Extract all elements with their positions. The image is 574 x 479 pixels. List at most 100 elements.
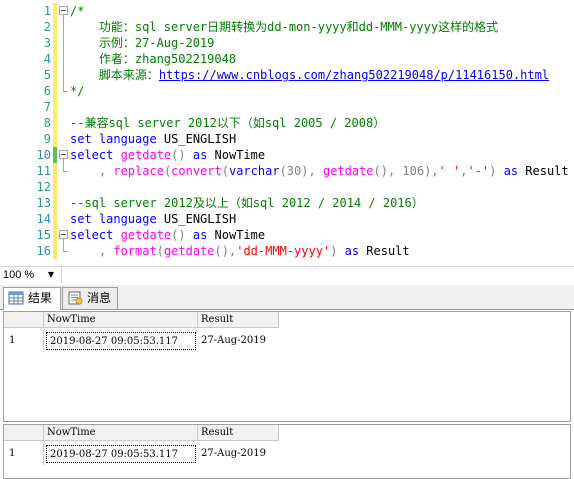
code-text[interactable]: 脚本来源：https://www.cnblogs.com/zhang502219… [70,67,549,83]
code-token: varchar [228,164,280,178]
code-text[interactable]: */ [70,83,84,99]
code-line[interactable]: 2 功能：sql server日期转换为dd-mon-yyyy和dd-MMM-y… [0,19,574,35]
table-row[interactable]: 1 2019-08-27 09:05:53.117 27-Aug-2019 [4,330,279,352]
code-line[interactable]: 3 示例：27-Aug-2019 [0,35,574,51]
column-header-result[interactable]: Result [198,312,279,328]
tab-messages[interactable]: 消息 [62,287,118,309]
change-marker [53,243,57,259]
sql-editor[interactable]: 1/* 2 功能：sql server日期转换为dd-mon-yyyy和dd-MM… [0,0,574,262]
code-token: US_ENGLISH [163,212,237,226]
cell-nowtime[interactable]: 2019-08-27 09:05:53.117 [46,445,196,463]
code-text[interactable]: --兼容sql server 2012以下（如sql 2005 / 2008） [70,115,385,131]
change-marker [53,147,57,163]
grid-corner [4,312,44,328]
code-token: ) [330,244,345,258]
code-token: as [192,228,215,242]
collapse-icon[interactable] [58,3,69,19]
change-marker [53,51,57,67]
tab-messages-label: 消息 [87,291,112,305]
script-source-link[interactable]: https://www.cnblogs.com/zhang502219048/p… [159,68,549,82]
code-line[interactable]: 1 /* [0,3,574,19]
row-number[interactable]: 1 [4,443,44,465]
change-marker [53,163,57,179]
tab-results-label: 结果 [28,291,53,305]
grid-corner [4,425,44,441]
code-token: /* [70,4,85,18]
result-grid-2[interactable]: NowTime Result 1 2019-08-27 09:05:53.117… [3,424,571,479]
code-line[interactable]: 9 set language US_ENGLISH [0,131,574,147]
zoom-level: 100 % [3,269,35,281]
code-line[interactable]: 15 select getdate() as NowTime [0,227,574,243]
zoom-dropdown[interactable]: 100 % ▼ [0,267,62,283]
change-marker [53,3,57,19]
code-line[interactable]: 10 select getdate() as NowTime [0,147,574,163]
column-header-result[interactable]: Result [198,425,279,441]
code-line[interactable]: 12 [0,179,574,195]
code-text[interactable]: --sql server 2012及以上（如sql 2012 / 2014 / … [70,195,424,211]
grid-header: NowTime Result [4,312,279,328]
code-token: getdate [322,164,374,178]
code-token: NowTime [214,148,266,162]
change-marker [53,179,57,195]
row-number[interactable]: 1 [4,330,44,352]
code-text[interactable]: /* [70,3,84,19]
line-number: 9 [43,132,51,146]
code-token: --兼容sql server 2012以下（如sql 2005 / 2008） [70,116,386,130]
code-token: ( [156,244,164,258]
code-token: replace [113,164,164,178]
change-marker [53,227,57,243]
line-number: 6 [43,84,51,98]
code-token: as [503,164,526,178]
code-line[interactable]: 11 , replace(convert(varchar(30), getdat… [0,163,574,179]
code-text[interactable]: set language US_ENGLISH [70,131,236,147]
code-line[interactable]: 5 脚本来源：https://www.cnblogs.com/zhang5022… [0,67,574,83]
line-number: 5 [43,68,51,82]
collapse-icon[interactable] [58,147,69,163]
result-grid-1[interactable]: NowTime Result 1 2019-08-27 09:05:53.117… [3,311,571,422]
code-line[interactable]: 14 set language US_ENGLISH [0,211,574,227]
cell-result[interactable]: 27-Aug-2019 [198,445,279,463]
code-text[interactable]: 作者：zhang502219048 [70,51,236,67]
column-header-nowtime[interactable]: NowTime [44,312,198,328]
code-token: US_ENGLISH [163,132,237,146]
code-text[interactable]: set language US_ENGLISH [70,211,236,227]
code-line[interactable]: 13 --sql server 2012及以上（如sql 2012 / 2014 … [0,195,574,211]
column-header-nowtime[interactable]: NowTime [44,425,198,441]
code-line[interactable]: 16 , format(getdate(),'dd-MMM-yyyy') as … [0,243,574,259]
table-row[interactable]: 1 2019-08-27 09:05:53.117 27-Aug-2019 [4,443,279,465]
code-token: (), [214,244,237,258]
code-token: */ [70,84,85,98]
line-number: 3 [43,36,51,50]
code-line[interactable]: 8 --兼容sql server 2012以下（如sql 2005 / 2008） [0,115,574,131]
code-token: Result [366,244,410,258]
code-token: as [344,244,367,258]
code-line[interactable]: 7 [0,99,574,115]
code-token: NowTime [214,228,266,242]
grid-icon [8,291,24,305]
code-text[interactable]: 功能：sql server日期转换为dd-mon-yyyy和dd-MMM-yyy… [70,19,498,35]
code-token: as [192,148,215,162]
fold-guide [58,83,69,99]
cell-nowtime[interactable]: 2019-08-27 09:05:53.117 [46,332,196,350]
grid-header: NowTime Result [4,425,279,441]
collapse-icon[interactable] [58,227,69,243]
code-text[interactable]: 示例：27-Aug-2019 [70,35,214,51]
fold-guide [58,67,69,83]
code-text[interactable]: , format(getdate(),'dd-MMM-yyyy') as Res… [70,243,410,259]
code-token: (), 106), [373,164,439,178]
code-text[interactable]: select getdate() as NowTime [70,227,265,243]
code-line[interactable]: 6 */ [0,83,574,99]
chevron-down-icon[interactable]: ▼ [45,269,57,281]
results-tab-bar: 结果 消息 [0,285,574,311]
line-number: 16 [36,244,51,258]
change-marker [53,99,57,115]
fold-guide [58,195,69,211]
code-text[interactable]: , replace(convert(varchar(30), getdate()… [70,163,569,179]
tab-results[interactable]: 结果 [3,287,61,311]
fold-guide [58,19,69,35]
code-line[interactable]: 4 作者：zhang502219048 [0,51,574,67]
code-text[interactable]: select getdate() as NowTime [70,147,265,163]
cell-result[interactable]: 27-Aug-2019 [198,332,279,350]
line-number: 4 [43,52,51,66]
fold-guide [58,131,69,147]
